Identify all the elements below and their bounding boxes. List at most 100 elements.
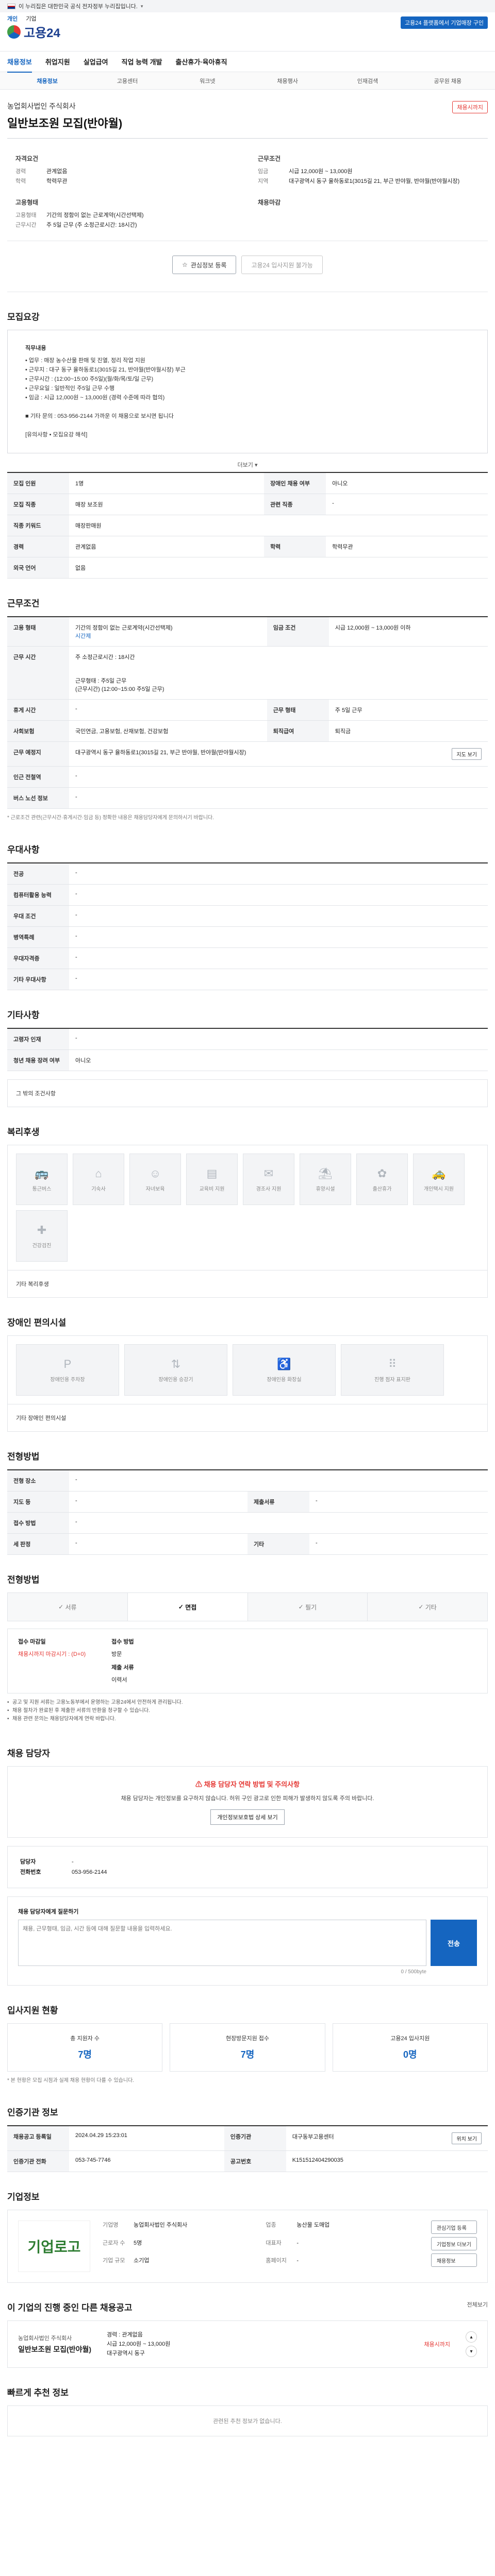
row-label: 기타 우대사항 <box>7 969 69 990</box>
view-all-link[interactable]: 전체보기 <box>467 2300 488 2309</box>
map-button[interactable]: 지도 보기 <box>452 748 482 760</box>
logo-text: 고용24 <box>24 26 60 40</box>
subnav-item-events[interactable]: 채용행사 <box>248 77 327 85</box>
workplace-address: 대구광역시 동구 율하동로1(3015길 21, 부근 반야월, 반야월(반야월… <box>75 750 246 756</box>
stat-value: 7명 <box>78 2049 92 2060</box>
company-more-button[interactable]: 기업정보 더보기 <box>431 2237 477 2250</box>
recruit-notice: 직무내용 • 업무 : 매장 농수산물 판매 및 진열, 정리 작업 지원 • … <box>7 330 488 453</box>
table-row: 컴퓨터활용 능력 - <box>7 884 488 906</box>
subnav-item-jobs[interactable]: 채용정보 <box>7 77 87 85</box>
recruit-table: 모집 인원 1명 장애인 채용 여부 아니오 모집 직종 매장 보조원 관련 직종 - 직종… <box>7 472 488 579</box>
other-job-card[interactable]: 농업회사법인 주식회사 일반보조원 모집(반야월) 경력 : 관계없음 시급 1… <box>7 2320 488 2368</box>
company-buttons: 관심기업 등록 기업정보 더보기 채용정보 <box>431 2221 477 2272</box>
stat-card: 총 지원자 수 7명 <box>7 2023 163 2072</box>
section-title: 근무조건 <box>7 599 40 608</box>
tile-label: 통근버스 <box>32 1186 52 1192</box>
welfare-tile: ✉ 경조사 지원 <box>243 1154 294 1205</box>
inquiry-input[interactable] <box>18 1920 426 1966</box>
pager: ▴ ▾ <box>466 2331 477 2357</box>
gnb-item-support[interactable]: 취업지원 <box>45 57 70 66</box>
row-value: 매장 보조원 <box>69 494 265 515</box>
tile-label: 장애인용 주차장 <box>50 1377 85 1383</box>
tile-label: 휴양시설 <box>316 1186 335 1192</box>
row-label: 외국 언어 <box>7 557 69 579</box>
table-row: 휴게 시간 - 근무 형태 주 5일 근무 <box>7 699 488 721</box>
row-value: 퇴직금 <box>328 720 488 742</box>
contact-label: 전화번호 <box>20 1869 41 1875</box>
more-button[interactable]: 더보기 ▾ <box>7 453 488 472</box>
summary-label: 근무시간 <box>15 222 37 228</box>
chevron-down-icon[interactable]: ▾ <box>141 4 143 9</box>
table-row: 모집 직종 매장 보조원 관련 직종 - <box>7 494 488 515</box>
row-value: - <box>69 969 488 990</box>
subnav-item-talent[interactable]: 인재검색 <box>327 77 407 85</box>
apply-method-value: 방문 <box>111 1651 122 1657</box>
home-icon: ⌂ <box>95 1166 102 1180</box>
row-label: 제출서류 <box>248 1491 309 1513</box>
gnb-item-leave[interactable]: 출산휴가·육아휴직 <box>176 57 227 66</box>
row-label: 모집 직종 <box>7 494 69 515</box>
contact-phone[interactable]: 053-956-2144 <box>72 1867 107 1877</box>
job-summary: 자격요건 경력 관계없음 학력 학력무관 고용형태 고용형태 기간의 정함이 없는 근… <box>7 139 488 241</box>
row-label: 퇴직급여 <box>267 720 329 742</box>
step-check-icon: ✓ <box>298 1603 306 1611</box>
stat-label: 현장방문지원 접수 <box>225 2036 269 2042</box>
agency-name: 대구동부고용센터 <box>292 2134 334 2140</box>
tab-personal[interactable]: 개인 <box>7 14 18 23</box>
stat-card: 고용24 입사지원 0명 <box>332 2023 488 2072</box>
welfare-section: 복리후생 🚌 통근버스 ⌂ 기숙사 ☺ 자녀보육 ▤ 교육비 지원 ✉ 경조사 지원 ⛱ 휴… <box>7 1107 488 1298</box>
stat-value: 7명 <box>240 2049 255 2060</box>
tab-company[interactable]: 기업 <box>26 14 36 23</box>
send-button[interactable]: 전송 <box>431 1920 477 1966</box>
summary-value: 시급 12,000원 ~ 13,000원 <box>289 168 353 175</box>
member-type-tabs: 개인 기업 <box>7 14 37 23</box>
etc-section: 기타사항 고령자 인재 - 청년 채용 장려 여부 아니오 그 밖의 조건사항 <box>7 990 488 1107</box>
row-value: 아니오 <box>326 472 488 494</box>
row-value: 1명 <box>69 472 265 494</box>
chevron-up-icon[interactable]: ▴ <box>466 2331 477 2343</box>
gnb-item-jobs[interactable]: 채용정보 <box>7 57 32 73</box>
chevron-down-icon[interactable]: ▾ <box>466 2346 477 2357</box>
employ-shortcut-button[interactable]: 고용24 플랫폼에서 기업매장 구인 <box>401 16 488 29</box>
step-check-icon: ✓ <box>418 1603 425 1611</box>
summary-heading-qualification: 자격요건 <box>15 155 39 162</box>
apply-button[interactable]: 고용24 입사지원 불가능 <box>241 256 323 274</box>
row-value: - <box>69 863 488 885</box>
row-value: - <box>69 1512 488 1534</box>
subnav-item-public[interactable]: 공무원 채용 <box>408 77 488 85</box>
row-value: 관계없음 <box>69 536 265 557</box>
field-value: 농업회사법인 주식회사 <box>134 2222 188 2228</box>
table-row: 전공 - <box>7 863 488 885</box>
apply-method-label: 접수 방법 <box>111 1639 134 1645</box>
site-logo[interactable]: 고용24 <box>7 23 60 41</box>
interest-company-button[interactable]: 관심기업 등록 <box>431 2221 477 2234</box>
subnav-item-worknet[interactable]: 워크넷 <box>168 77 248 85</box>
section-title: 장애인 편의시설 <box>7 1318 67 1328</box>
recommend-section: 빠르게 추천 정보 관련된 추천 정보가 없습니다. <box>7 2368 488 2457</box>
section-title-text: 이 기업의 진행 중인 다른 채용공고 <box>7 2303 133 2313</box>
location-button[interactable]: 위치 보기 <box>452 2132 482 2144</box>
summary-value: 기간의 정함이 없는 근로계약(시간선택제) <box>46 212 144 218</box>
table-row: 우대자격증 - <box>7 947 488 969</box>
privacy-detail-button[interactable]: 개인정보보호법 상세 보기 <box>210 1809 285 1825</box>
gnb-item-training[interactable]: 직업 능력 개발 <box>122 57 162 66</box>
welfare-tile: ▤ 교육비 지원 <box>186 1154 238 1205</box>
company-name[interactable]: 농업회사법인 주식회사 <box>7 101 488 111</box>
subnav-item-center[interactable]: 고용센터 <box>87 77 167 85</box>
company-jobs-button[interactable]: 채용정보 <box>431 2253 477 2267</box>
emp-type: 기간의 정함이 없는 근로계약(시간선택제) <box>75 625 173 631</box>
step-label: 면접 <box>185 1603 197 1611</box>
row-label: 관련 직종 <box>264 494 326 515</box>
add-interest-button[interactable]: ☆ 관심정보 등록 <box>172 256 237 274</box>
add-interest-label: 관심정보 등록 <box>190 261 227 269</box>
table-row: 인증기관 전화 053-745-7746 공고번호 K151512404290035 <box>7 2150 488 2172</box>
row-value: - <box>69 1491 248 1513</box>
inquiry-label: 채용 담당자에게 질문하기 <box>18 1909 79 1915</box>
prefs-table: 전공 - 컴퓨터활용 능력 - 우대 조건 - 병역특례 - 우대자격증 - 기타 우대사… <box>7 862 488 990</box>
welfare-tile: ⌂ 기숙사 <box>73 1154 124 1205</box>
global-navigation: 채용정보 취업지원 실업급여 직업 능력 개발 출산휴가·육아휴직 <box>0 52 495 73</box>
other-career: 경력 : 관계없음 <box>107 2332 143 2338</box>
table-row: 고령자 인재 - <box>7 1028 488 1050</box>
tile-label: 개인택시 지원 <box>424 1186 454 1192</box>
gnb-item-unemployment[interactable]: 실업급여 <box>84 57 108 66</box>
